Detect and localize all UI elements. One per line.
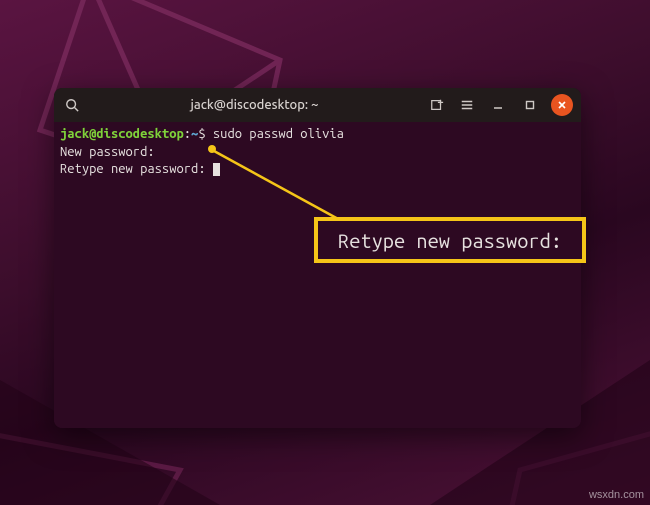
callout-pointer-dot [208,145,216,153]
new-tab-icon[interactable] [427,95,447,115]
prompt-dollar: $ [198,127,213,141]
maximize-button[interactable] [519,94,541,116]
terminal-body[interactable]: jack@discodesktop:~$ sudo passwd olivia … [54,122,581,428]
callout-text: Retype new password: [338,229,562,252]
prompt-user: jack@discodesktop [60,127,184,141]
close-button[interactable] [551,94,573,116]
minimize-button[interactable] [487,94,509,116]
output-line-new-password: New password: [60,145,155,159]
cursor [213,163,220,176]
prompt-colon: : [184,127,191,141]
watermark: wsxdn.com [589,489,644,501]
command-text: sudo passwd olivia [213,127,344,141]
titlebar: jack@discodesktop: ~ [54,88,581,122]
output-line-retype-password: Retype new password: [60,162,213,176]
search-icon[interactable] [62,95,82,115]
window-title: jack@discodesktop: ~ [88,98,421,112]
hamburger-menu-icon[interactable] [457,95,477,115]
callout-box: Retype new password: [314,217,586,263]
